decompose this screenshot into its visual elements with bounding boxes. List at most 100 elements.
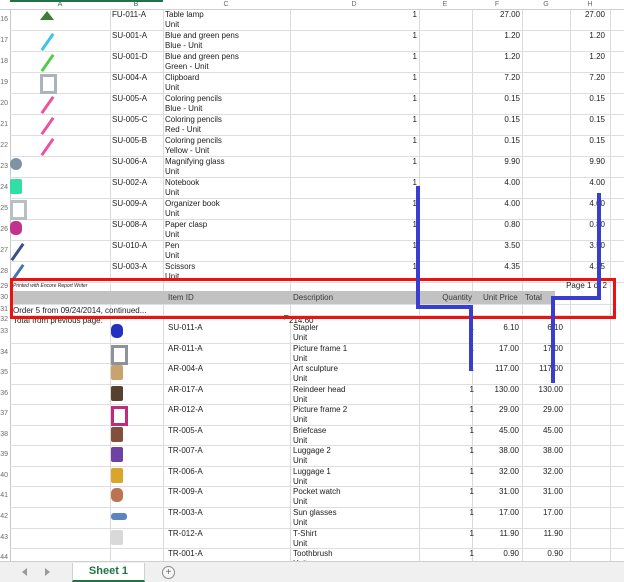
quantity-cell[interactable]: 1 xyxy=(413,157,417,166)
total-cell[interactable]: 11.90 xyxy=(544,529,563,538)
quantity-cell[interactable]: 1 xyxy=(470,529,474,538)
column-header-F[interactable]: F xyxy=(487,0,507,9)
total-cell[interactable]: 4.00 xyxy=(589,199,605,208)
art-sculpture-icon[interactable] xyxy=(111,365,123,380)
quantity-cell[interactable]: 1 xyxy=(413,94,417,103)
row-header-20[interactable]: 20 xyxy=(0,100,8,108)
total-cell[interactable]: 29.00 xyxy=(543,405,563,414)
unit-price-cell[interactable]: 9.90 xyxy=(504,157,520,166)
unit-price-cell[interactable]: 4.35 xyxy=(504,262,520,271)
total-cell[interactable]: 0.15 xyxy=(589,115,605,124)
total-cell[interactable]: 1.20 xyxy=(589,52,605,61)
quantity-cell[interactable]: 1 xyxy=(470,364,474,373)
row-header-40[interactable]: 40 xyxy=(0,472,8,480)
description-cell[interactable]: Paper clasp xyxy=(165,220,207,229)
column-header-C[interactable]: C xyxy=(216,0,236,9)
item-id-cell[interactable]: SU-005-B xyxy=(112,136,147,145)
total-cell[interactable]: 117.00 xyxy=(539,364,563,373)
unit-price-cell[interactable]: 6.10 xyxy=(503,323,519,332)
unit-price-cell[interactable]: 130.00 xyxy=(495,385,519,394)
quantity-cell[interactable]: 1 xyxy=(413,52,417,61)
description-cell[interactable]: Reindeer head xyxy=(293,385,345,394)
unit-price-cell[interactable]: 117.00 xyxy=(495,364,519,373)
quantity-cell[interactable]: 1 xyxy=(413,199,417,208)
row-header-37[interactable]: 37 xyxy=(0,410,8,418)
row-header-35[interactable]: 35 xyxy=(0,369,8,377)
add-sheet-button[interactable]: + xyxy=(162,566,175,579)
unit-price-cell[interactable]: 1.20 xyxy=(504,31,520,40)
column-header-B[interactable]: B xyxy=(126,0,146,9)
description-cell[interactable]: Coloring pencils xyxy=(165,94,222,103)
total-cell[interactable]: 6.10 xyxy=(547,323,563,332)
column-header-D[interactable]: D xyxy=(344,0,364,9)
description-cell[interactable]: Picture frame 2 xyxy=(293,405,347,414)
unit-price-cell[interactable]: 4.00 xyxy=(504,199,520,208)
total-cell[interactable]: 0.90 xyxy=(547,549,563,558)
next-sheet-arrow-icon[interactable] xyxy=(45,568,50,576)
unit-price-cell[interactable]: 45.00 xyxy=(499,426,519,435)
description-cell[interactable]: Clipboard xyxy=(165,73,199,82)
picture-frame-icon[interactable] xyxy=(111,345,128,365)
quantity-cell[interactable]: 1 xyxy=(470,344,474,353)
description-cell[interactable]: Luggage 1 xyxy=(293,467,331,476)
description-variant-cell[interactable]: Unit xyxy=(165,209,179,218)
quantity-cell[interactable]: 1 xyxy=(470,549,474,558)
description-variant-cell[interactable]: Unit xyxy=(165,20,179,29)
total-cell[interactable]: 130.00 xyxy=(539,385,563,394)
description-cell[interactable]: T-Shirt xyxy=(293,529,317,538)
luggage-1-icon[interactable] xyxy=(111,468,123,483)
row-header-29[interactable]: 29 xyxy=(0,283,8,291)
unit-price-cell[interactable]: 0.15 xyxy=(504,136,520,145)
description-variant-cell[interactable]: Unit xyxy=(293,395,307,404)
item-id-cell[interactable]: TR-001-A xyxy=(168,549,203,558)
description-variant-cell[interactable]: Unit xyxy=(165,251,179,260)
description-variant-cell[interactable]: Unit xyxy=(165,230,179,239)
unit-price-cell[interactable]: 1.20 xyxy=(504,52,520,61)
total-cell[interactable]: 9.90 xyxy=(589,157,605,166)
table-lamp-icon[interactable] xyxy=(40,11,54,20)
unit-price-cell[interactable]: 32.00 xyxy=(499,467,519,476)
luggage-2-icon[interactable] xyxy=(111,447,123,462)
quantity-cell[interactable]: 1 xyxy=(413,220,417,229)
unit-price-cell[interactable]: 3.50 xyxy=(504,241,520,250)
item-id-cell[interactable]: TR-012-A xyxy=(168,529,203,538)
total-cell[interactable]: 4.00 xyxy=(589,178,605,187)
row-header-42[interactable]: 42 xyxy=(0,513,8,521)
row-header-26[interactable]: 26 xyxy=(0,226,8,234)
total-cell[interactable]: 31.00 xyxy=(543,487,563,496)
description-variant-cell[interactable]: Red - Unit xyxy=(165,125,201,134)
unit-price-cell[interactable]: 7.20 xyxy=(504,73,520,82)
row-header-44[interactable]: 44 xyxy=(0,554,8,561)
item-id-cell[interactable]: AR-017-A xyxy=(168,385,203,394)
row-header-24[interactable]: 24 xyxy=(0,184,8,192)
item-id-cell[interactable]: SU-003-A xyxy=(112,262,147,271)
description-cell[interactable]: Picture frame 1 xyxy=(293,344,347,353)
description-variant-cell[interactable]: Unit xyxy=(293,497,307,506)
description-variant-cell[interactable]: Unit xyxy=(165,167,179,176)
row-header-30[interactable]: 30 xyxy=(0,294,8,302)
item-id-cell[interactable]: AR-011-A xyxy=(168,344,203,353)
reindeer-head-icon[interactable] xyxy=(111,386,123,401)
unit-price-cell[interactable]: 17.00 xyxy=(499,508,519,517)
pens-icon[interactable] xyxy=(41,33,55,51)
item-id-cell[interactable]: SU-011-A xyxy=(168,323,203,332)
pens-icon[interactable] xyxy=(41,54,55,72)
item-id-cell[interactable]: SU-009-A xyxy=(112,199,147,208)
description-variant-cell[interactable]: Unit xyxy=(293,436,307,445)
row-header-31[interactable]: 31 xyxy=(0,306,8,314)
description-variant-cell[interactable]: Unit xyxy=(293,354,307,363)
description-variant-cell[interactable]: Blue - Unit xyxy=(165,41,202,50)
quantity-cell[interactable]: 1 xyxy=(413,10,417,19)
quantity-cell[interactable]: 1 xyxy=(470,426,474,435)
total-cell[interactable]: 7.20 xyxy=(589,73,605,82)
row-header-38[interactable]: 38 xyxy=(0,431,8,439)
description-variant-cell[interactable]: Yellow - Unit xyxy=(165,146,209,155)
total-cell[interactable]: 0.15 xyxy=(589,136,605,145)
item-id-cell[interactable]: SU-002-A xyxy=(112,178,147,187)
pen-icon[interactable] xyxy=(11,243,25,261)
unit-price-cell[interactable]: 11.90 xyxy=(500,529,519,538)
row-header-16[interactable]: 16 xyxy=(0,16,8,24)
description-cell[interactable]: Coloring pencils xyxy=(165,115,222,124)
quantity-cell[interactable]: 1 xyxy=(413,262,417,271)
description-variant-cell[interactable]: Unit xyxy=(165,188,179,197)
